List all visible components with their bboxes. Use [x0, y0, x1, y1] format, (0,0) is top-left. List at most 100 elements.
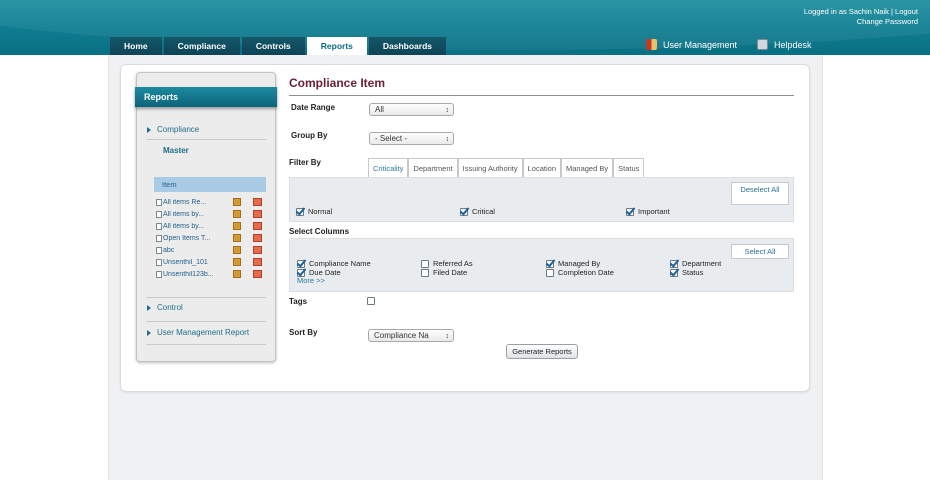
checkbox-department[interactable]: Department — [670, 259, 721, 268]
checkbox-managed-by[interactable]: Managed By — [546, 259, 600, 268]
checkbox-label: Normal — [308, 207, 333, 216]
group-by-select[interactable]: - Select - ↕ — [369, 132, 454, 145]
checkbox-icon — [626, 207, 634, 216]
checkbox-icon — [421, 259, 429, 268]
delete-icon[interactable] — [253, 258, 262, 266]
sidebar-compliance-label: Compliance — [157, 125, 200, 134]
checkbox-referred-as[interactable]: Referred As — [421, 259, 473, 268]
tab-managed-by[interactable]: Managed By — [561, 158, 614, 177]
sidebar-divider — [146, 297, 266, 298]
filter-by-label: Filter By — [289, 158, 322, 167]
select-columns-label: Select Columns — [289, 227, 350, 236]
title-divider — [289, 95, 794, 96]
checkbox-icon — [296, 207, 304, 216]
edit-icon[interactable] — [233, 210, 241, 218]
checkbox-icon — [421, 268, 429, 277]
report-link[interactable]: Unsenthil_101 — [163, 259, 217, 266]
checkbox-label: Department — [682, 259, 722, 268]
select-all-button[interactable]: Select All — [731, 244, 789, 259]
tab-criticality[interactable]: Criticality — [368, 158, 409, 177]
user-name-link[interactable]: Sachin Naik — [849, 7, 889, 16]
document-icon — [156, 234, 162, 242]
list-item: Unsenthil123b... — [156, 268, 268, 280]
login-info: Logged in as Sachin Naik | Logout Change… — [804, 7, 918, 27]
monitor-icon — [757, 39, 768, 50]
more-columns-link[interactable]: More >> — [297, 276, 325, 285]
users-icon — [646, 39, 657, 50]
sidebar-item-user-management-report[interactable]: User Management Report — [147, 328, 249, 337]
tab-status[interactable]: Status — [613, 158, 645, 177]
checkbox-icon — [367, 297, 375, 305]
checkbox-icon — [670, 268, 678, 277]
helpdesk-link[interactable]: Helpdesk — [757, 39, 812, 50]
delete-icon[interactable] — [253, 234, 262, 242]
checkbox-important[interactable]: Important — [626, 207, 670, 216]
report-link[interactable]: All items by... — [163, 211, 217, 218]
tab-department[interactable]: Department — [408, 158, 458, 177]
deselect-all-button[interactable]: Deselect All — [731, 182, 789, 205]
list-item: abc — [156, 244, 268, 256]
edit-icon[interactable] — [233, 258, 241, 266]
checkbox-compliance-name[interactable]: Compliance Name — [297, 259, 371, 268]
delete-icon[interactable] — [253, 246, 262, 254]
tab-home[interactable]: Home — [110, 37, 162, 55]
report-link[interactable]: All items by... — [163, 223, 217, 230]
tags-label: Tags — [289, 297, 308, 306]
document-icon — [156, 222, 162, 230]
group-by-label: Group By — [291, 131, 328, 140]
checkbox-tags[interactable] — [367, 297, 379, 305]
delete-icon[interactable] — [253, 198, 262, 206]
edit-icon[interactable] — [233, 222, 241, 230]
sidebar-divider — [146, 139, 266, 140]
edit-icon[interactable] — [233, 234, 241, 242]
filter-tabs: Criticality Department Issuing Authority… — [368, 158, 645, 177]
date-range-select[interactable]: All ↕ — [369, 103, 454, 116]
checkbox-status[interactable]: Status — [670, 268, 703, 277]
checkbox-label: Referred As — [433, 259, 473, 268]
checkbox-filed-date[interactable]: Filed Date — [421, 268, 467, 277]
tab-compliance[interactable]: Compliance — [163, 37, 240, 55]
delete-icon[interactable] — [253, 210, 262, 218]
report-link[interactable]: Unsenthil123b... — [163, 271, 217, 278]
user-management-link[interactable]: User Management — [646, 39, 737, 50]
sidebar-item-item[interactable]: Item — [154, 177, 266, 192]
checkbox-label: Filed Date — [433, 268, 468, 277]
document-icon — [156, 198, 162, 206]
report-link[interactable]: abc — [163, 247, 217, 254]
checkbox-critical[interactable]: Critical — [460, 207, 495, 216]
group-by-value: - Select - — [375, 134, 408, 143]
list-item: Open Items T... — [156, 232, 268, 244]
reports-sidebar: Reports Compliance Master Item All items… — [135, 72, 277, 362]
checkbox-label: Completion Date — [558, 268, 614, 277]
sort-by-select[interactable]: Compliance Na ↕ — [368, 329, 454, 342]
checkbox-completion-date[interactable]: Completion Date — [546, 268, 614, 277]
tab-dashboards[interactable]: Dashboards — [368, 37, 447, 55]
checkbox-normal[interactable]: Normal — [296, 207, 332, 216]
tab-location[interactable]: Location — [522, 158, 561, 177]
change-password-link[interactable]: Change Password — [857, 17, 918, 26]
sidebar-item-master[interactable]: Master — [163, 146, 189, 155]
delete-icon[interactable] — [253, 270, 262, 278]
generate-reports-button[interactable]: Generate Reports — [506, 344, 578, 359]
document-icon — [156, 270, 162, 278]
edit-icon[interactable] — [233, 246, 241, 254]
date-range-value: All — [375, 105, 384, 114]
report-link[interactable]: All items Re... — [163, 199, 217, 206]
tab-issuing-authority[interactable]: Issuing Authority — [457, 158, 523, 177]
sidebar-title: Reports — [135, 87, 277, 107]
sort-by-label: Sort By — [289, 328, 318, 337]
list-item: Unsenthil_101 — [156, 256, 268, 268]
filter-options-panel — [289, 177, 794, 222]
sidebar-item-compliance[interactable]: Compliance — [147, 125, 199, 134]
logout-link[interactable]: Logout — [895, 7, 918, 16]
sidebar-item-control[interactable]: Control — [147, 303, 183, 312]
app-header: Logged in as Sachin Naik | Logout Change… — [0, 0, 930, 55]
edit-icon[interactable] — [233, 270, 241, 278]
edit-icon[interactable] — [233, 198, 241, 206]
report-link[interactable]: Open Items T... — [163, 235, 217, 242]
tab-reports[interactable]: Reports — [306, 37, 367, 55]
tab-controls[interactable]: Controls — [241, 37, 305, 55]
delete-icon[interactable] — [253, 222, 262, 230]
list-item: All items by... — [156, 208, 268, 220]
checkbox-label: Managed By — [558, 259, 601, 268]
